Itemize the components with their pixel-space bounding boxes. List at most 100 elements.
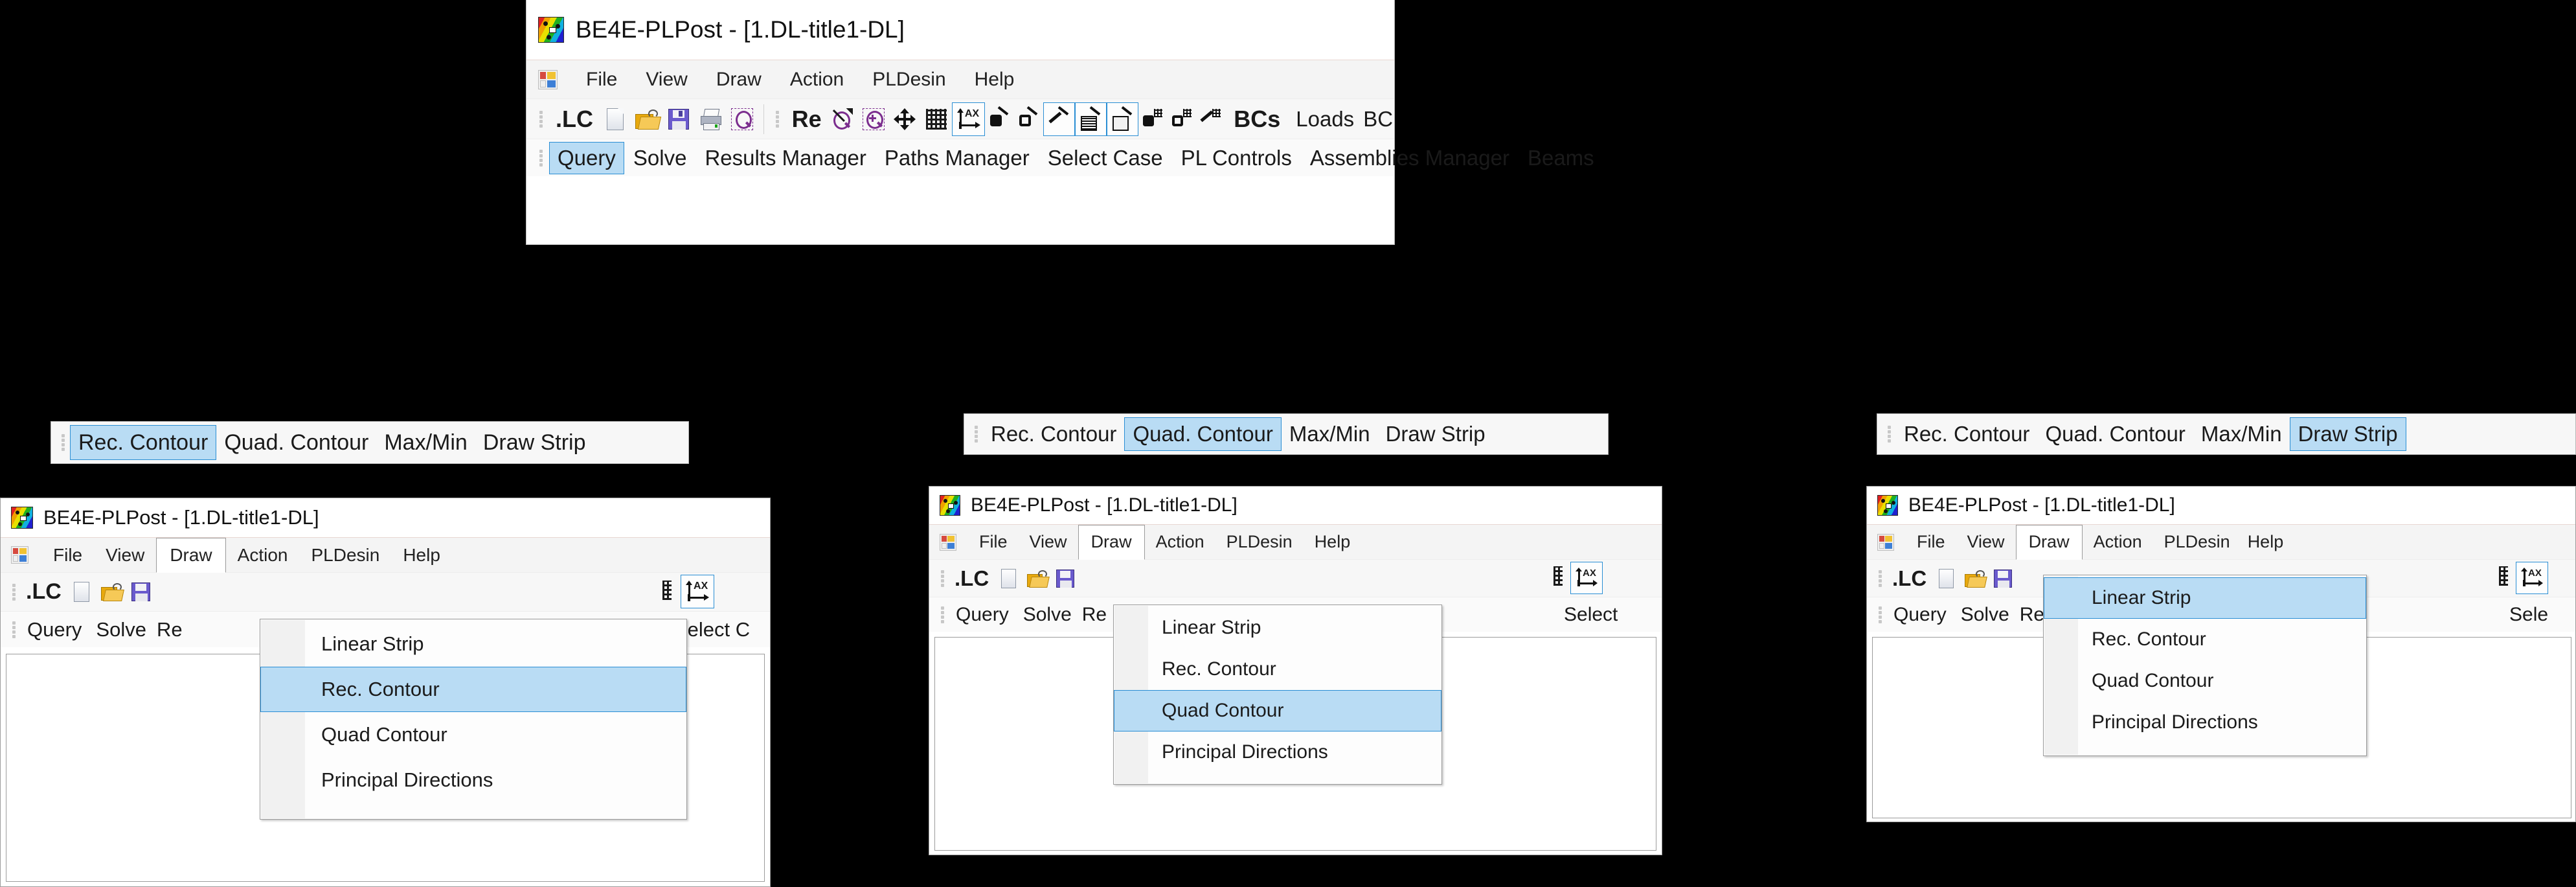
panel-right-button-solve[interactable]: Solve: [1953, 601, 2017, 629]
strip-button-quad-contour-right[interactable]: Quad. Contour: [2037, 417, 2193, 451]
menu-item-help[interactable]: Help: [960, 63, 1029, 96]
zoom-out-slash-icon[interactable]: [828, 103, 859, 135]
axis-dimension-icon-middle[interactable]: AX: [1570, 562, 1603, 594]
panel-left-button-query[interactable]: Query: [21, 615, 88, 645]
office-menu-icon-left[interactable]: [11, 546, 28, 564]
menu-item-file-middle[interactable]: File: [968, 527, 1019, 557]
strip-button-rec-contour-left[interactable]: Rec. Contour: [70, 425, 217, 460]
panel-left-grip-2[interactable]: [12, 618, 16, 641]
strip-toolbar-grip-left[interactable]: [62, 430, 65, 455]
toolbar-button-beams[interactable]: Beams: [1519, 142, 1603, 174]
panel-left-grip[interactable]: [12, 580, 16, 605]
menu-item-help-left[interactable]: Help: [391, 540, 452, 570]
menu-item-file[interactable]: File: [572, 63, 631, 96]
toolbar-button-solve[interactable]: Solve: [624, 142, 696, 174]
panel-right-button-query[interactable]: Query: [1887, 601, 1953, 629]
toolbar-grip-handle-3[interactable]: [539, 146, 543, 170]
open-folder-icon[interactable]: [631, 103, 663, 135]
dropdown-item-rec-contour-middle[interactable]: Rec. Contour: [1114, 649, 1441, 690]
axis-dimension-icon-right[interactable]: AX: [2516, 562, 2548, 594]
menu-item-help-right[interactable]: Help: [2241, 527, 2290, 557]
menu-item-view-middle[interactable]: View: [1019, 527, 1078, 557]
open-folder-icon-middle[interactable]: [1022, 564, 1051, 593]
panel-left-button-results-clipped[interactable]: Re: [154, 615, 185, 645]
mesh-grid-icon-left[interactable]: [660, 576, 674, 605]
dropdown-item-quad-contour-right[interactable]: Quad Contour: [2044, 660, 2366, 702]
save-floppy-icon-left[interactable]: [126, 577, 156, 608]
dropdown-item-linear-strip-middle[interactable]: Linear Strip: [1114, 607, 1441, 649]
strip-button-quad-contour-left[interactable]: Quad. Contour: [216, 425, 376, 460]
panel-middle-button-results-clipped[interactable]: Re: [1079, 601, 1109, 629]
zoom-in-icon[interactable]: [859, 103, 889, 135]
node-filled-icon[interactable]: [985, 103, 1014, 135]
toolbar-button-select-case[interactable]: Select Case: [1039, 142, 1172, 174]
toolbar-grip-handle[interactable]: [539, 106, 543, 132]
menu-item-action-right[interactable]: Action: [2083, 527, 2153, 557]
contour-fill-icon[interactable]: [1075, 102, 1107, 136]
open-folder-icon-left[interactable]: [96, 577, 126, 608]
menu-item-draw-middle[interactable]: Draw: [1078, 524, 1145, 560]
pan-move-arrows-icon[interactable]: [889, 103, 921, 135]
toolbar-button-results-manager[interactable]: Results Manager: [695, 142, 875, 174]
toolbar-button-query[interactable]: Query: [549, 141, 624, 174]
new-document-icon[interactable]: [600, 103, 631, 135]
strip-button-max-min-right[interactable]: Max/Min: [2193, 417, 2290, 451]
mesh-grid-icon-middle[interactable]: [1551, 562, 1565, 590]
open-folder-icon-right[interactable]: [1960, 564, 1989, 593]
menu-item-view[interactable]: View: [631, 63, 701, 96]
menu-item-pldesin-left[interactable]: PLDesin: [299, 540, 391, 570]
print-preview-magnifier-icon[interactable]: [727, 103, 758, 135]
toolbar-button-paths-manager[interactable]: Paths Manager: [876, 142, 1039, 174]
menu-item-draw[interactable]: Draw: [702, 63, 776, 96]
dropdown-item-quad-contour-middle[interactable]: Quad Contour: [1114, 690, 1441, 731]
menu-item-file-right[interactable]: File: [1906, 527, 1956, 557]
toolbar-button-bcs[interactable]: BCs: [1226, 103, 1288, 135]
office-menu-icon-middle[interactable]: [940, 533, 956, 551]
print-icon[interactable]: [695, 103, 727, 135]
strip-button-rec-contour-middle[interactable]: Rec. Contour: [983, 417, 1124, 451]
strip-button-quad-contour-middle[interactable]: Quad. Contour: [1124, 417, 1282, 451]
node-hollow-icon[interactable]: [1014, 103, 1043, 135]
menu-item-pldesin-middle[interactable]: PLDesin: [1215, 527, 1304, 557]
strip-button-max-min-middle[interactable]: Max/Min: [1282, 417, 1378, 451]
menu-item-action[interactable]: Action: [776, 63, 858, 96]
element-mesh-icon[interactable]: [1197, 103, 1226, 135]
office-menu-icon-right[interactable]: [1877, 533, 1894, 551]
new-document-icon-middle[interactable]: [994, 564, 1022, 593]
menu-item-action-middle[interactable]: Action: [1145, 527, 1215, 557]
panel-right-grip-2[interactable]: [1879, 604, 1882, 626]
toolbar-button-lc[interactable]: .LC: [549, 103, 600, 135]
mesh-grid-icon[interactable]: [920, 103, 952, 135]
strip-button-rec-contour-right[interactable]: Rec. Contour: [1896, 417, 2037, 451]
menu-item-file-left[interactable]: File: [41, 540, 94, 570]
node-filled-mesh-icon[interactable]: [1138, 103, 1168, 135]
menu-item-pldesin[interactable]: PLDesin: [858, 63, 960, 96]
toolbar-grip-handle-2[interactable]: [775, 106, 779, 132]
panel-middle-button-solve[interactable]: Solve: [1015, 601, 1079, 629]
panel-right-button-select-case-clipped[interactable]: Sele: [2509, 601, 2548, 629]
dropdown-item-rec-contour-right[interactable]: Rec. Contour: [2044, 619, 2366, 660]
new-document-icon-left[interactable]: [67, 577, 96, 608]
menu-item-view-left[interactable]: View: [94, 540, 156, 570]
panel-middle-button-select-case-clipped[interactable]: Select: [1564, 601, 1618, 629]
save-floppy-icon-right[interactable]: [1989, 564, 2017, 593]
dropdown-item-linear-strip-right[interactable]: Linear Strip: [2044, 577, 2366, 619]
dropdown-item-linear-strip-left[interactable]: Linear Strip: [260, 621, 686, 667]
save-floppy-icon-middle[interactable]: [1051, 564, 1079, 593]
panel-middle-button-query[interactable]: Query: [949, 601, 1015, 629]
panel-left-button-solve[interactable]: Solve: [88, 615, 154, 645]
strip-toolbar-grip-middle[interactable]: [975, 422, 978, 446]
toolbar-button-assemblies-manager[interactable]: Assemblies Manager: [1301, 142, 1519, 174]
toolbar-button-bc-clipped[interactable]: BC: [1362, 103, 1394, 135]
office-menu-icon[interactable]: [538, 69, 558, 89]
panel-middle-grip[interactable]: [941, 567, 944, 590]
panel-right-grip[interactable]: [1879, 567, 1882, 590]
menu-item-help-middle[interactable]: Help: [1304, 527, 1362, 557]
element-line-icon[interactable]: [1043, 102, 1076, 136]
axis-dimension-icon[interactable]: AX: [952, 102, 986, 136]
dropdown-item-principal-directions-right[interactable]: Principal Directions: [2044, 702, 2366, 743]
save-floppy-icon[interactable]: [663, 103, 695, 135]
dropdown-item-principal-directions-left[interactable]: Principal Directions: [260, 757, 686, 803]
menu-item-draw-left[interactable]: Draw: [156, 537, 226, 573]
panel-middle-toolbar-button-lc[interactable]: .LC: [949, 564, 994, 593]
